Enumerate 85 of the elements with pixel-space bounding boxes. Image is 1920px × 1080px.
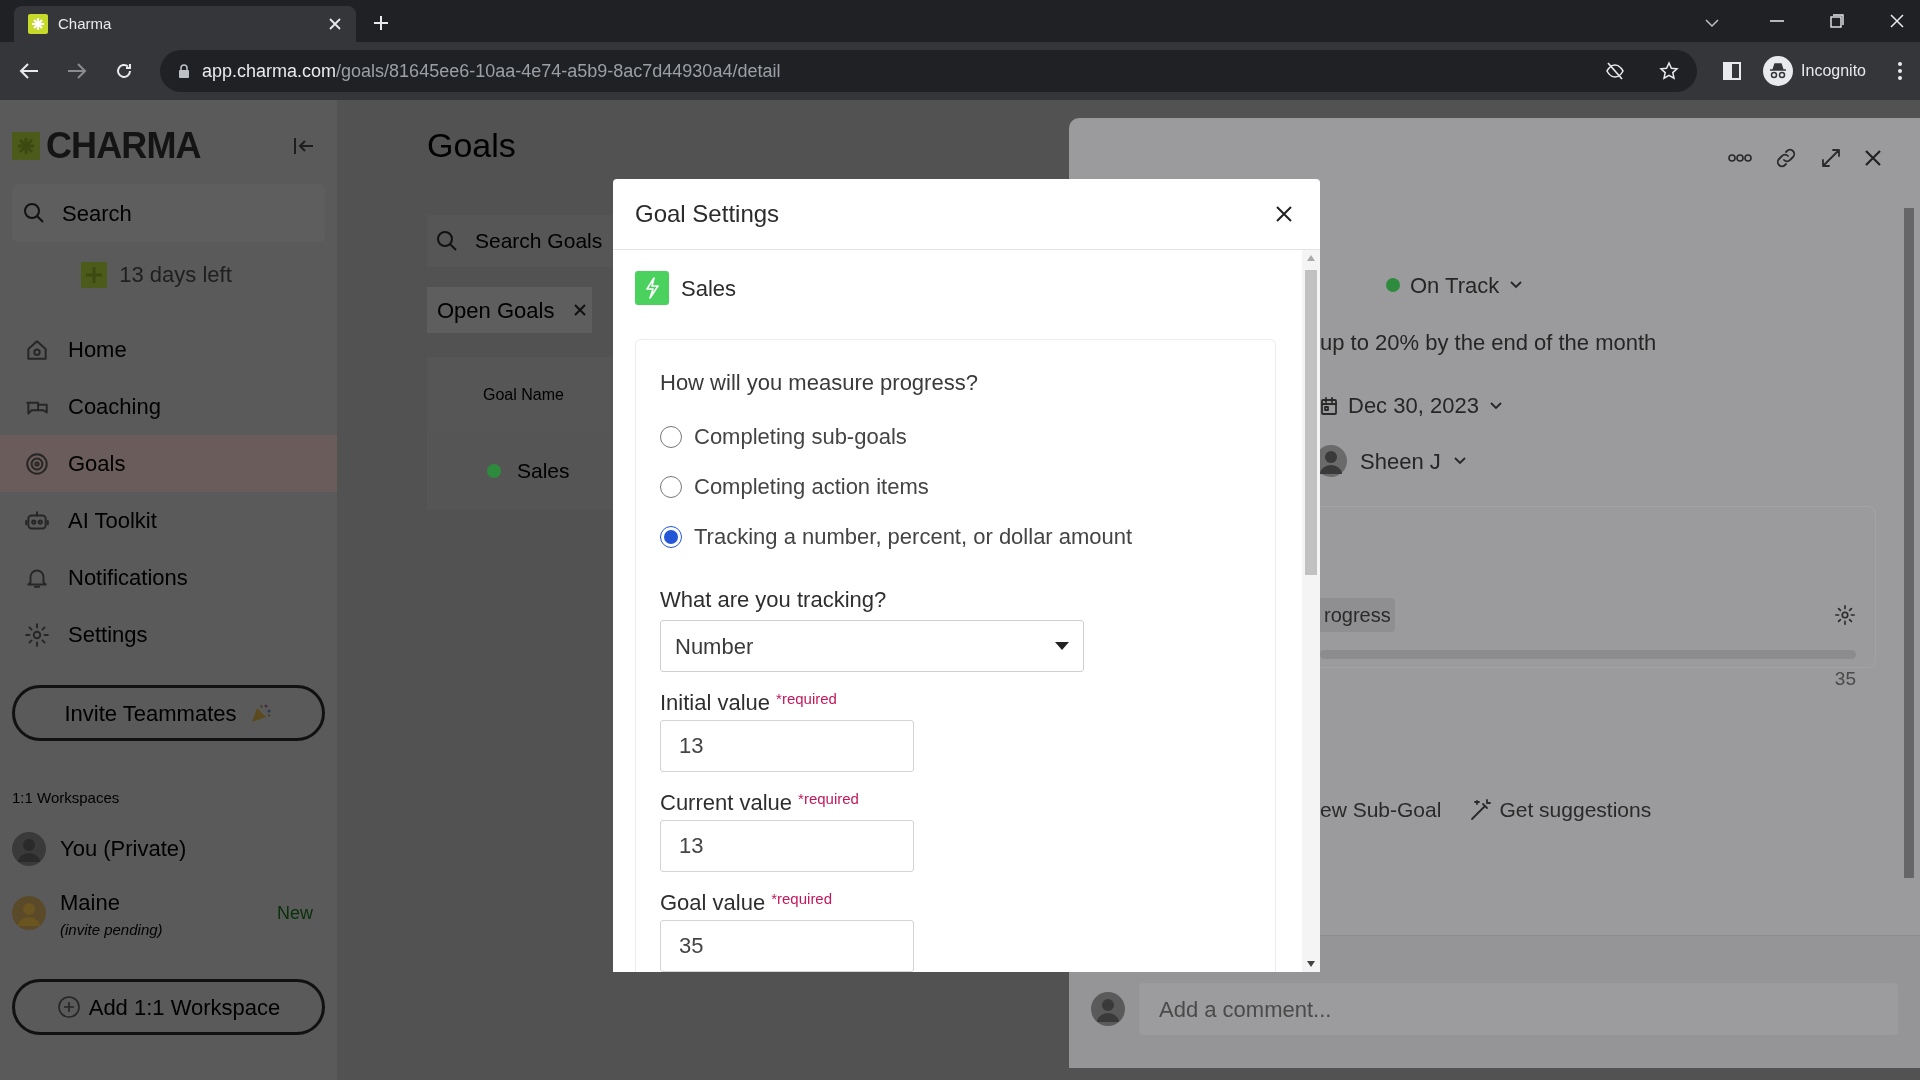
lock-icon bbox=[178, 64, 190, 78]
workspace-item[interactable]: You (Private) bbox=[12, 831, 325, 866]
add-sub-goal-button[interactable]: ew Sub-Goal bbox=[1320, 794, 1442, 826]
browser-tab[interactable]: Charma bbox=[14, 6, 356, 42]
menu-icon[interactable] bbox=[1898, 62, 1902, 80]
goal-description: up to 20% by the end of the month bbox=[1320, 329, 1658, 357]
radio-option[interactable]: Completing sub-goals bbox=[660, 423, 1133, 451]
new-tab-icon[interactable] bbox=[372, 14, 390, 32]
lightning-icon bbox=[635, 271, 669, 305]
goal-name: Sales bbox=[681, 274, 737, 303]
new-label: New bbox=[277, 901, 313, 925]
required-text: *required bbox=[798, 790, 859, 808]
status-dropdown[interactable]: On Track bbox=[1386, 268, 1524, 302]
nav-item[interactable]: AI Toolkit bbox=[0, 492, 337, 549]
expand-icon[interactable] bbox=[1820, 147, 1842, 169]
more-icon[interactable] bbox=[1728, 153, 1752, 163]
address-bar[interactable]: app.charma.com/goals/81645ee6-10aa-4e74-a5b9-8ac7d44930a4/detail bbox=[160, 50, 1698, 92]
input-field[interactable]: 13 bbox=[660, 720, 914, 772]
avatar-icon bbox=[12, 831, 46, 866]
forward-icon[interactable] bbox=[66, 62, 88, 80]
page-title: Goals bbox=[427, 125, 516, 166]
close-icon[interactable] bbox=[1276, 206, 1292, 222]
goal-value-text: 35 bbox=[1834, 667, 1856, 691]
chevron-down-icon bbox=[1509, 280, 1524, 290]
trial-text: 13 days left bbox=[119, 261, 232, 289]
star-icon[interactable] bbox=[1659, 61, 1680, 81]
workspace-item[interactable]: Maine (invite pending) New bbox=[12, 885, 325, 941]
chevron-down-icon bbox=[1452, 456, 1467, 466]
link-icon[interactable] bbox=[1774, 146, 1798, 170]
input-field[interactable]: 13 bbox=[660, 820, 914, 872]
nav-item[interactable]: Coaching bbox=[0, 378, 337, 435]
eye-off-icon[interactable] bbox=[1605, 62, 1626, 80]
logo-text: CHARMA bbox=[46, 128, 201, 164]
radio-option[interactable]: Completing action items bbox=[660, 473, 1133, 501]
nav-item[interactable]: Home bbox=[0, 321, 337, 378]
side-panel-icon[interactable] bbox=[1723, 62, 1742, 80]
close-icon[interactable] bbox=[1864, 149, 1882, 167]
plus-circle-icon bbox=[56, 995, 81, 1019]
caret-icon bbox=[1055, 642, 1069, 650]
tracking-select[interactable]: Number bbox=[660, 620, 1084, 672]
scrollbar-thumb[interactable] bbox=[1305, 270, 1317, 575]
calendar-icon bbox=[1320, 395, 1338, 416]
section-heading: 1:1 Workspaces bbox=[12, 788, 121, 808]
search-field[interactable]: Search bbox=[12, 184, 325, 242]
radio-option[interactable]: Tracking a number, percent, or dollar amount bbox=[660, 523, 1133, 551]
note-text: (invite pending) bbox=[60, 919, 164, 940]
input-field[interactable]: 35 bbox=[660, 920, 914, 972]
field-label: Initial value bbox=[660, 690, 771, 716]
collapse-icon[interactable] bbox=[293, 136, 315, 156]
nav-item[interactable]: Settings bbox=[0, 606, 337, 663]
comment-field[interactable]: Add a comment... bbox=[1139, 983, 1898, 1035]
suggestions-button[interactable]: Get suggestions bbox=[1469, 794, 1652, 826]
field-label: Goal value bbox=[660, 890, 766, 916]
search-icon bbox=[22, 201, 46, 225]
avatar-icon bbox=[1091, 992, 1125, 1026]
add-workspace-button[interactable]: Add 1:1 Workspace bbox=[12, 979, 325, 1035]
magic-wand-icon bbox=[1469, 797, 1494, 822]
avatar-icon bbox=[12, 896, 46, 931]
column-header[interactable]: Goal Name bbox=[483, 382, 564, 407]
question-text: How will you measure progress? bbox=[660, 369, 978, 397]
due-date-dropdown[interactable]: Dec 30, 2023 bbox=[1320, 389, 1503, 422]
chevron-down-icon bbox=[1488, 400, 1503, 411]
reload-icon[interactable] bbox=[114, 61, 134, 81]
back-icon[interactable] bbox=[18, 62, 40, 80]
progress-tag: rogress bbox=[1320, 598, 1395, 632]
scrollbar[interactable] bbox=[1904, 208, 1914, 878]
scroll-down-icon[interactable] bbox=[1306, 960, 1316, 968]
required-text: *required bbox=[771, 890, 833, 908]
nav-item[interactable]: Notifications bbox=[0, 549, 337, 606]
invite-button[interactable]: Invite Teammates bbox=[12, 685, 325, 741]
search-icon bbox=[435, 229, 459, 253]
url-text: app.charma.com/goals/81645ee6-10aa-4e74-a5b9-8ac7d44930a4/detail bbox=[202, 59, 782, 83]
target-icon bbox=[24, 450, 50, 477]
tab-search-icon[interactable] bbox=[1704, 18, 1720, 28]
nav-item[interactable]: Goals bbox=[0, 435, 337, 492]
charma-logo-icon bbox=[28, 14, 48, 34]
incognito-icon bbox=[1763, 56, 1794, 86]
field-label: What are you tracking? bbox=[660, 586, 887, 614]
profile-button[interactable]: Incognito bbox=[1757, 52, 1872, 90]
badge-icon bbox=[81, 261, 108, 288]
restore-icon[interactable] bbox=[1830, 14, 1844, 28]
field-label: Current value bbox=[660, 790, 793, 816]
goal-name[interactable]: Sales bbox=[517, 455, 570, 487]
required-text: *required bbox=[776, 690, 837, 708]
charma-logo-icon bbox=[12, 132, 40, 160]
